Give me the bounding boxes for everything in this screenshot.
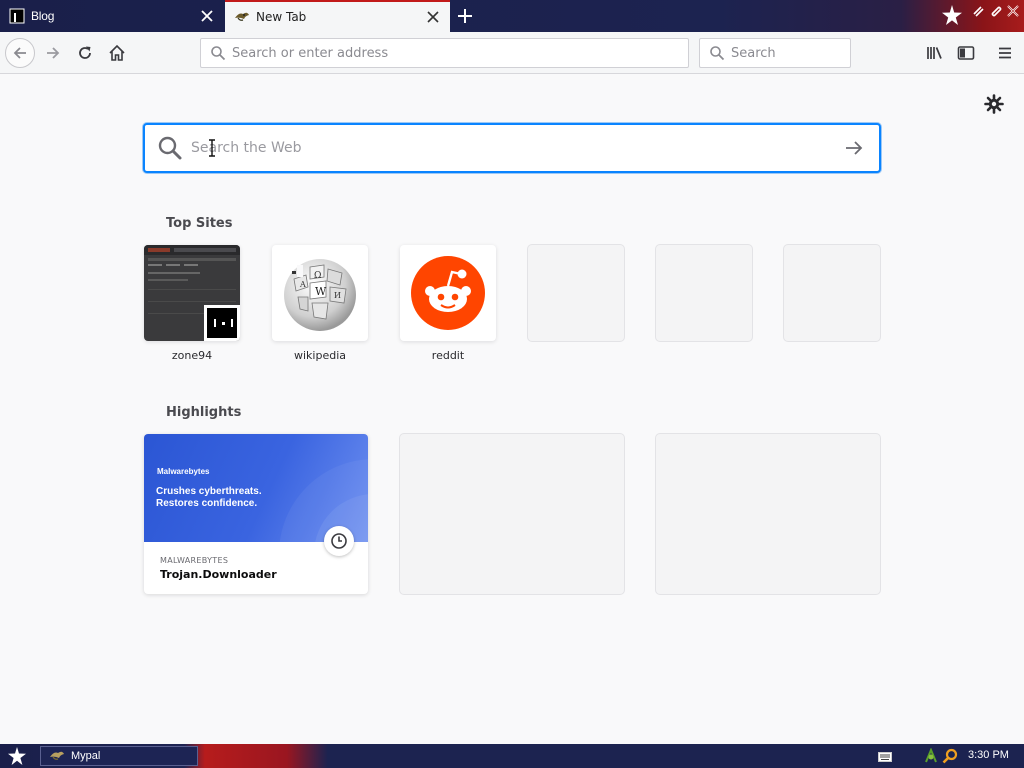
empty-highlight-card bbox=[656, 434, 880, 594]
mypal-favicon bbox=[235, 12, 249, 21]
tab-new-tab[interactable]: New Tab bbox=[225, 0, 450, 32]
empty-site-tile bbox=[656, 245, 752, 341]
site-tile[interactable]: Ω W И A bbox=[272, 245, 368, 341]
highlights-heading: Highlights bbox=[166, 405, 242, 420]
tab-title: New Tab bbox=[256, 10, 307, 24]
sidebar-button[interactable] bbox=[951, 38, 981, 68]
wikipedia-globe-icon: Ω W И A bbox=[284, 259, 356, 331]
svg-text:W: W bbox=[315, 285, 327, 298]
empty-highlight-card bbox=[400, 434, 624, 594]
reload-button[interactable] bbox=[70, 38, 100, 68]
tab-title: Blog bbox=[31, 9, 55, 23]
site-tile[interactable] bbox=[144, 245, 240, 341]
taskbar-window-label: Mypal bbox=[71, 750, 101, 762]
top-site-empty bbox=[656, 245, 752, 341]
reload-icon bbox=[79, 46, 91, 59]
blog-favicon bbox=[9, 8, 25, 24]
navigation-toolbar: Search or enter address Search bbox=[0, 32, 1024, 74]
clock-icon bbox=[324, 526, 354, 556]
empty-site-tile bbox=[784, 245, 880, 341]
menu-button[interactable] bbox=[990, 38, 1020, 68]
highlight-title: Trojan.Downloader bbox=[160, 568, 277, 581]
top-site-empty bbox=[528, 245, 624, 341]
library-icon bbox=[927, 47, 942, 59]
top-site-zone94[interactable]: zone94 bbox=[144, 245, 240, 362]
web-search-placeholder: Search the Web bbox=[191, 140, 302, 156]
highlight-headline: Restores confidence. bbox=[156, 498, 258, 509]
site-label: zone94 bbox=[171, 349, 213, 362]
taskbar-clock: 3:30 PM bbox=[968, 749, 1009, 761]
site-label: wikipedia bbox=[293, 349, 346, 362]
svg-text:Ω: Ω bbox=[314, 271, 321, 281]
sidebar-icon bbox=[957, 46, 975, 60]
highlight-card[interactable]: Malwarebytes Crushes cyberthreats. Resto… bbox=[144, 434, 368, 594]
back-arrow-icon bbox=[13, 47, 26, 59]
search-icon bbox=[211, 46, 226, 61]
close-tab-icon[interactable] bbox=[196, 5, 218, 27]
library-button[interactable] bbox=[920, 38, 950, 68]
close-tab-icon[interactable] bbox=[422, 6, 444, 28]
empty-site-tile bbox=[528, 245, 624, 341]
web-search-input[interactable]: Search the Web bbox=[143, 123, 881, 173]
forward-arrow-icon bbox=[47, 47, 60, 59]
search-icon bbox=[158, 136, 182, 160]
address-placeholder: Search or enter address bbox=[232, 45, 389, 61]
forward-button[interactable] bbox=[38, 38, 68, 68]
highlight-headline: Crushes cyberthreats. bbox=[156, 486, 262, 497]
search-icon bbox=[710, 46, 725, 61]
address-bar[interactable]: Search or enter address bbox=[200, 38, 689, 68]
start-star-icon[interactable] bbox=[6, 746, 28, 766]
home-icon bbox=[109, 44, 125, 61]
zone94-thumbnail bbox=[144, 245, 240, 341]
tab-blog[interactable]: Blog bbox=[0, 0, 224, 32]
home-button[interactable] bbox=[102, 38, 132, 68]
new-tab-button[interactable] bbox=[452, 4, 478, 28]
hamburger-menu-icon bbox=[999, 47, 1011, 59]
maximize-icon[interactable] bbox=[989, 4, 1003, 18]
arrow-right-icon[interactable] bbox=[843, 137, 865, 159]
svg-text:И: И bbox=[334, 291, 341, 300]
site-tile[interactable] bbox=[400, 245, 496, 341]
network-tray-icon[interactable] bbox=[924, 748, 938, 764]
top-site-empty bbox=[784, 245, 880, 341]
top-site-wikipedia[interactable]: Ω W И A wikipedia bbox=[272, 245, 368, 362]
close-window-icon[interactable] bbox=[1006, 4, 1020, 18]
star-icon[interactable] bbox=[941, 4, 963, 26]
highlight-source: MALWAREBYTES bbox=[160, 556, 229, 565]
top-site-reddit[interactable]: reddit bbox=[400, 245, 496, 362]
plus-icon bbox=[458, 9, 472, 23]
back-button[interactable] bbox=[5, 38, 35, 68]
top-sites-heading: Top Sites bbox=[166, 216, 233, 231]
minimize-icon[interactable] bbox=[971, 4, 985, 18]
tab-strip: Blog New Tab bbox=[0, 0, 1024, 32]
mypal-favicon bbox=[50, 751, 64, 760]
text-cursor-icon bbox=[209, 139, 215, 157]
site-label: reddit bbox=[431, 349, 465, 362]
reddit-icon bbox=[411, 256, 485, 330]
svg-text:A: A bbox=[299, 280, 306, 289]
search-tray-icon[interactable] bbox=[942, 748, 958, 764]
keyboard-icon[interactable] bbox=[878, 752, 892, 762]
new-tab-page: Search the Web Top Sites zone94 Ω W И A … bbox=[0, 75, 1024, 744]
malwarebytes-logo: Malwarebytes bbox=[157, 467, 210, 476]
taskbar-window-mypal[interactable]: Mypal bbox=[40, 746, 198, 766]
gear-icon[interactable] bbox=[983, 93, 1005, 115]
search-placeholder: Search bbox=[731, 45, 776, 61]
search-bar[interactable]: Search bbox=[699, 38, 851, 68]
taskbar: Mypal 3:30 PM bbox=[0, 744, 1024, 768]
